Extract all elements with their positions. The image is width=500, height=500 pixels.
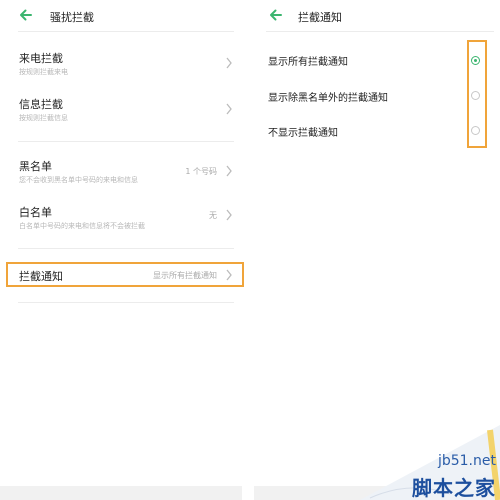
message-interception-item[interactable]: 信息拦截 按规则拦截信息 [0, 90, 250, 128]
item-value: 1 个号码 [185, 167, 217, 176]
item-subtitle: 白名单中号码的来电和信息将不会被拦截 [19, 222, 145, 230]
bottom-bar [0, 486, 242, 500]
blacklist-item[interactable]: 黑名单 您不会收到黑名单中号码的来电和信息 1 个号码 [0, 152, 250, 190]
section-divider [18, 141, 234, 142]
chevron-right-icon [226, 103, 232, 115]
page-title: 骚扰拦截 [50, 11, 94, 24]
item-title: 信息拦截 [19, 98, 63, 111]
highlight-box [6, 262, 244, 287]
option-label: 显示所有拦截通知 [268, 57, 348, 68]
interception-settings-panel: 骚扰拦截 来电拦截 按规则拦截来电 信息拦截 按规则拦截信息 黑名单 您不会收到… [0, 0, 250, 500]
option-show-all[interactable]: 显示所有拦截通知 [250, 45, 500, 75]
chevron-right-icon [226, 57, 232, 69]
right-header: 拦截通知 [250, 0, 500, 32]
option-show-none[interactable]: 不显示拦截通知 [250, 116, 500, 146]
arrow-left-icon[interactable] [268, 7, 284, 23]
item-title: 白名单 [19, 206, 52, 219]
item-subtitle: 按规则拦截来电 [19, 68, 68, 76]
item-subtitle: 按规则拦截信息 [19, 114, 68, 122]
call-interception-item[interactable]: 来电拦截 按规则拦截来电 [0, 44, 250, 82]
arrow-left-icon[interactable] [18, 7, 34, 23]
section-divider [18, 248, 234, 249]
page-title: 拦截通知 [298, 11, 342, 24]
radio-highlight-box [467, 40, 487, 148]
header-divider [18, 31, 234, 32]
item-value: 无 [209, 211, 217, 220]
watermark-name: 脚本之家 [412, 476, 496, 500]
option-label: 不显示拦截通知 [268, 128, 338, 139]
whitelist-item[interactable]: 白名单 白名单中号码的来电和信息将不会被拦截 无 [0, 198, 250, 236]
item-subtitle: 您不会收到黑名单中号码的来电和信息 [19, 176, 138, 184]
item-title: 来电拦截 [19, 52, 63, 65]
left-header: 骚扰拦截 [0, 0, 250, 32]
watermark: jb51.net 脚本之家 [340, 420, 500, 500]
chevron-right-icon [226, 165, 232, 177]
option-show-except-blacklist[interactable]: 显示除黑名单外的拦截通知 [250, 81, 500, 111]
item-title: 黑名单 [19, 160, 52, 173]
watermark-site: jb51.net [437, 453, 496, 469]
section-divider [18, 302, 234, 303]
chevron-right-icon [226, 209, 232, 221]
header-divider [266, 31, 494, 32]
option-label: 显示除黑名单外的拦截通知 [268, 93, 388, 104]
